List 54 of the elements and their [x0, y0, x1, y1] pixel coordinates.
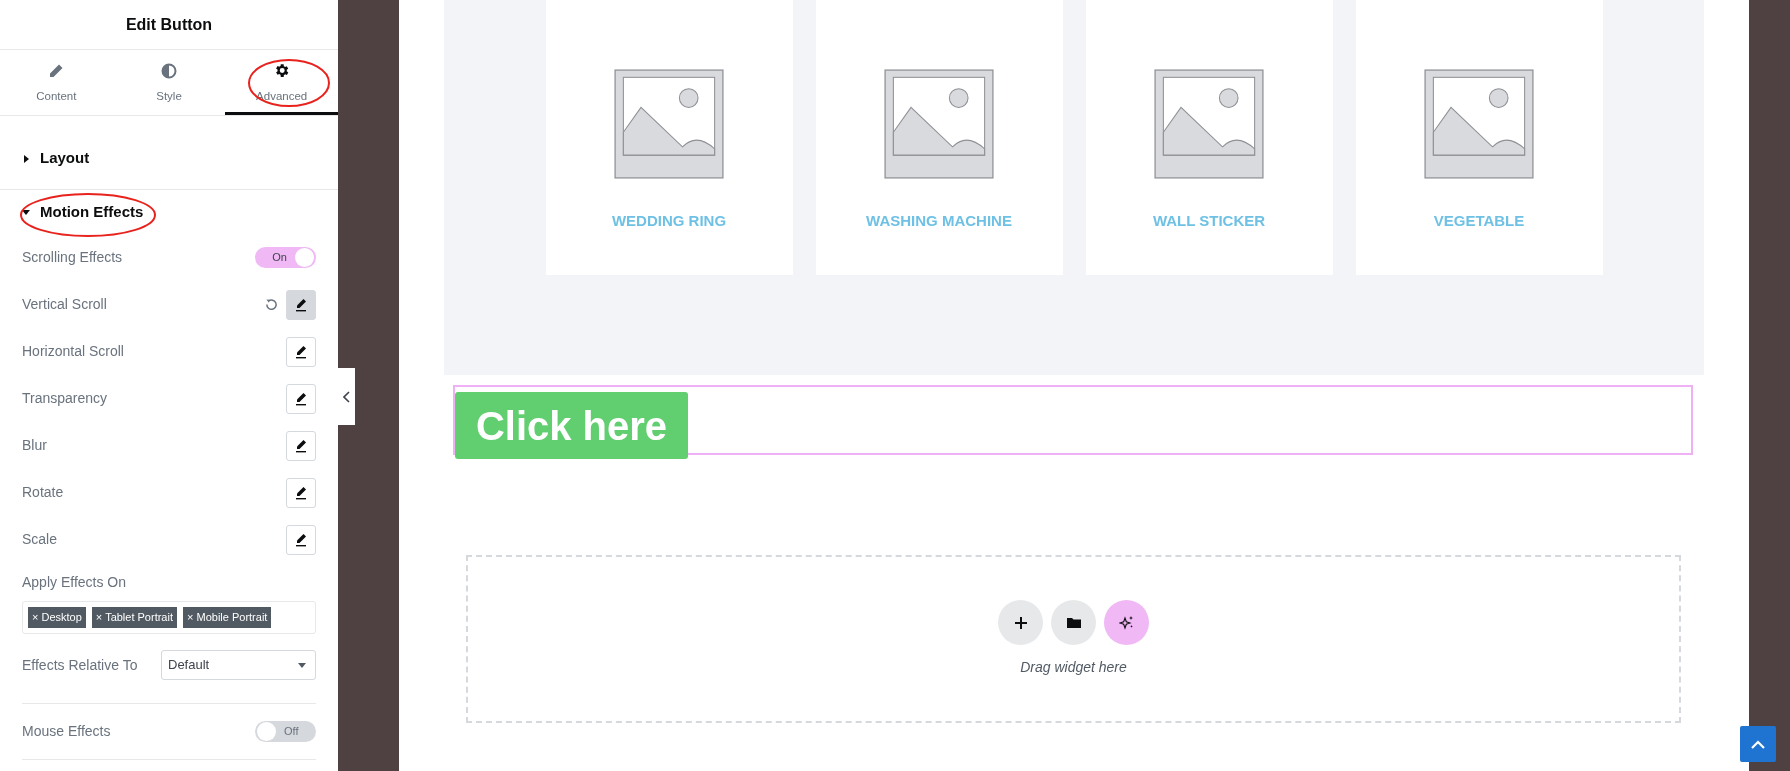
- template-button[interactable]: [1051, 600, 1096, 645]
- edit-button[interactable]: [286, 289, 316, 320]
- control-label: Rotate: [22, 483, 64, 502]
- edit-button[interactable]: [286, 477, 316, 508]
- tag[interactable]: × Mobile Portrait: [183, 607, 272, 628]
- toggle-switch[interactable]: Off: [255, 720, 316, 742]
- tag[interactable]: × Tablet Portrait: [91, 607, 177, 628]
- pencil-icon: [48, 62, 65, 79]
- edit-icon: [294, 344, 308, 359]
- control-label: Horizontal Scroll: [22, 342, 124, 361]
- reset-icon[interactable]: [265, 298, 278, 311]
- plus-icon: [1012, 614, 1029, 631]
- half-circle-icon: [161, 62, 177, 79]
- caret-down-icon: [22, 208, 30, 216]
- control-label: Mouse Effects: [22, 721, 111, 741]
- control-label: Blur: [22, 436, 47, 455]
- edit-button[interactable]: [286, 336, 316, 367]
- dropdown-caret-icon: [298, 661, 306, 669]
- chevron-up-icon: [1751, 739, 1765, 749]
- control-label: Scale: [22, 530, 58, 549]
- edit-icon: [294, 485, 308, 500]
- toggle-switch[interactable]: On: [255, 247, 316, 268]
- tag[interactable]: × Desktop: [28, 607, 86, 628]
- edit-icon: [294, 532, 308, 547]
- control-label: Transparency: [22, 389, 108, 408]
- control-label: Effects Relative To: [22, 655, 138, 675]
- settings-icon: [273, 62, 291, 80]
- edit-button[interactable]: [286, 430, 316, 461]
- panel-tab[interactable]: Content: [0, 50, 113, 115]
- image-placeholder-icon: [1423, 68, 1535, 180]
- edit-icon: [294, 391, 308, 406]
- scroll-top-button[interactable]: [1740, 726, 1776, 762]
- panel-title: Edit Button: [125, 14, 213, 35]
- drop-zone-hint: Drag widget here: [1020, 658, 1127, 677]
- add-button[interactable]: [998, 600, 1043, 645]
- chevron-left-icon: [342, 390, 351, 403]
- image-placeholder-icon: [883, 68, 995, 180]
- tags-field[interactable]: × Desktop × Tablet Portrait × Mobile Portrait: [22, 601, 316, 634]
- image-placeholder-icon: [613, 68, 725, 180]
- control-label: Apply Effects On: [22, 572, 126, 592]
- edit-icon: [294, 297, 308, 312]
- ai-button[interactable]: [1104, 600, 1149, 645]
- edit-button[interactable]: [286, 524, 316, 555]
- section-header[interactable]: Motion Effects: [0, 190, 338, 234]
- control-label: Vertical Scroll: [22, 295, 107, 314]
- panel-tab[interactable]: Style: [112, 50, 226, 115]
- edit-icon: [294, 438, 308, 453]
- image-placeholder-icon: [1153, 68, 1265, 180]
- select-field[interactable]: Default: [161, 650, 316, 680]
- collapse-handle[interactable]: [338, 368, 355, 425]
- edit-button[interactable]: [286, 383, 316, 414]
- caret-right-icon: [22, 154, 30, 163]
- sparkle-icon: [1118, 614, 1135, 631]
- control-label: Scrolling Effects: [22, 248, 123, 267]
